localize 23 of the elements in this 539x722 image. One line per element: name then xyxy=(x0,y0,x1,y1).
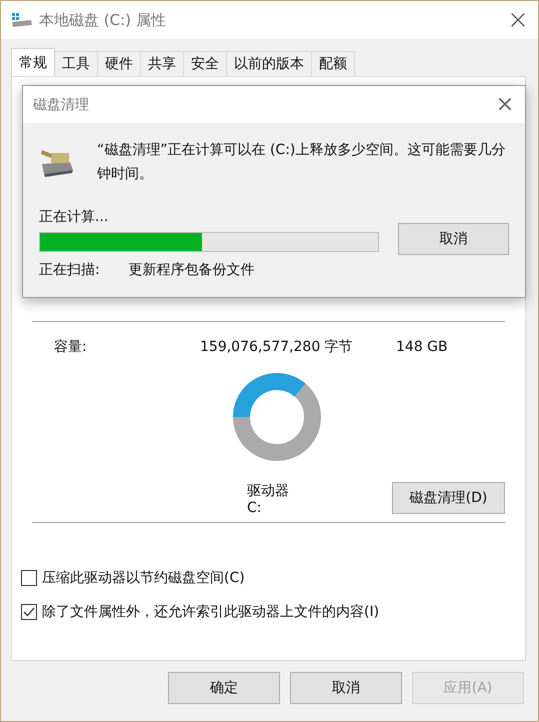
window-title: 本地磁盘 (C:) 属性 xyxy=(39,10,167,30)
scan-label: 正在扫描: xyxy=(39,261,100,279)
checkbox-label: 除了文件属性外，还允许索引此驱动器上文件的内容(I) xyxy=(42,603,380,621)
checkbox[interactable] xyxy=(21,604,37,620)
scan-item: 更新程序包备份文件 xyxy=(128,261,255,279)
dialog-button[interactable]: 确定 xyxy=(168,672,280,704)
capacity-size: 148 GB xyxy=(396,339,448,355)
dialog-title: 磁盘清理 xyxy=(33,96,90,114)
cancel-button[interactable]: 取消 xyxy=(398,223,509,255)
checkbox-label: 压缩此驱动器以节约磁盘空间(C) xyxy=(42,569,245,587)
capacity-bytes: 159,076,577,280 字节 xyxy=(200,338,354,356)
tab[interactable]: 配额 xyxy=(311,51,355,76)
tab[interactable]: 常规 xyxy=(11,48,55,76)
checkbox[interactable] xyxy=(21,570,37,586)
capacity-label: 容量: xyxy=(54,338,88,356)
status-text: 正在计算... xyxy=(39,208,110,226)
drive-label: 驱动器 C: xyxy=(247,482,290,516)
dialog-button[interactable]: 取消 xyxy=(290,672,402,704)
close-button[interactable]: × xyxy=(498,1,538,39)
disk-cleanup-button[interactable]: 磁盘清理(D) xyxy=(392,482,505,514)
dialog-message: “磁盘清理”正在计算可以在 (C:)上释放多少空间。这可能需要几分钟时间。 xyxy=(97,141,506,184)
close-button[interactable]: × xyxy=(485,91,525,118)
drive-icon xyxy=(11,12,33,28)
